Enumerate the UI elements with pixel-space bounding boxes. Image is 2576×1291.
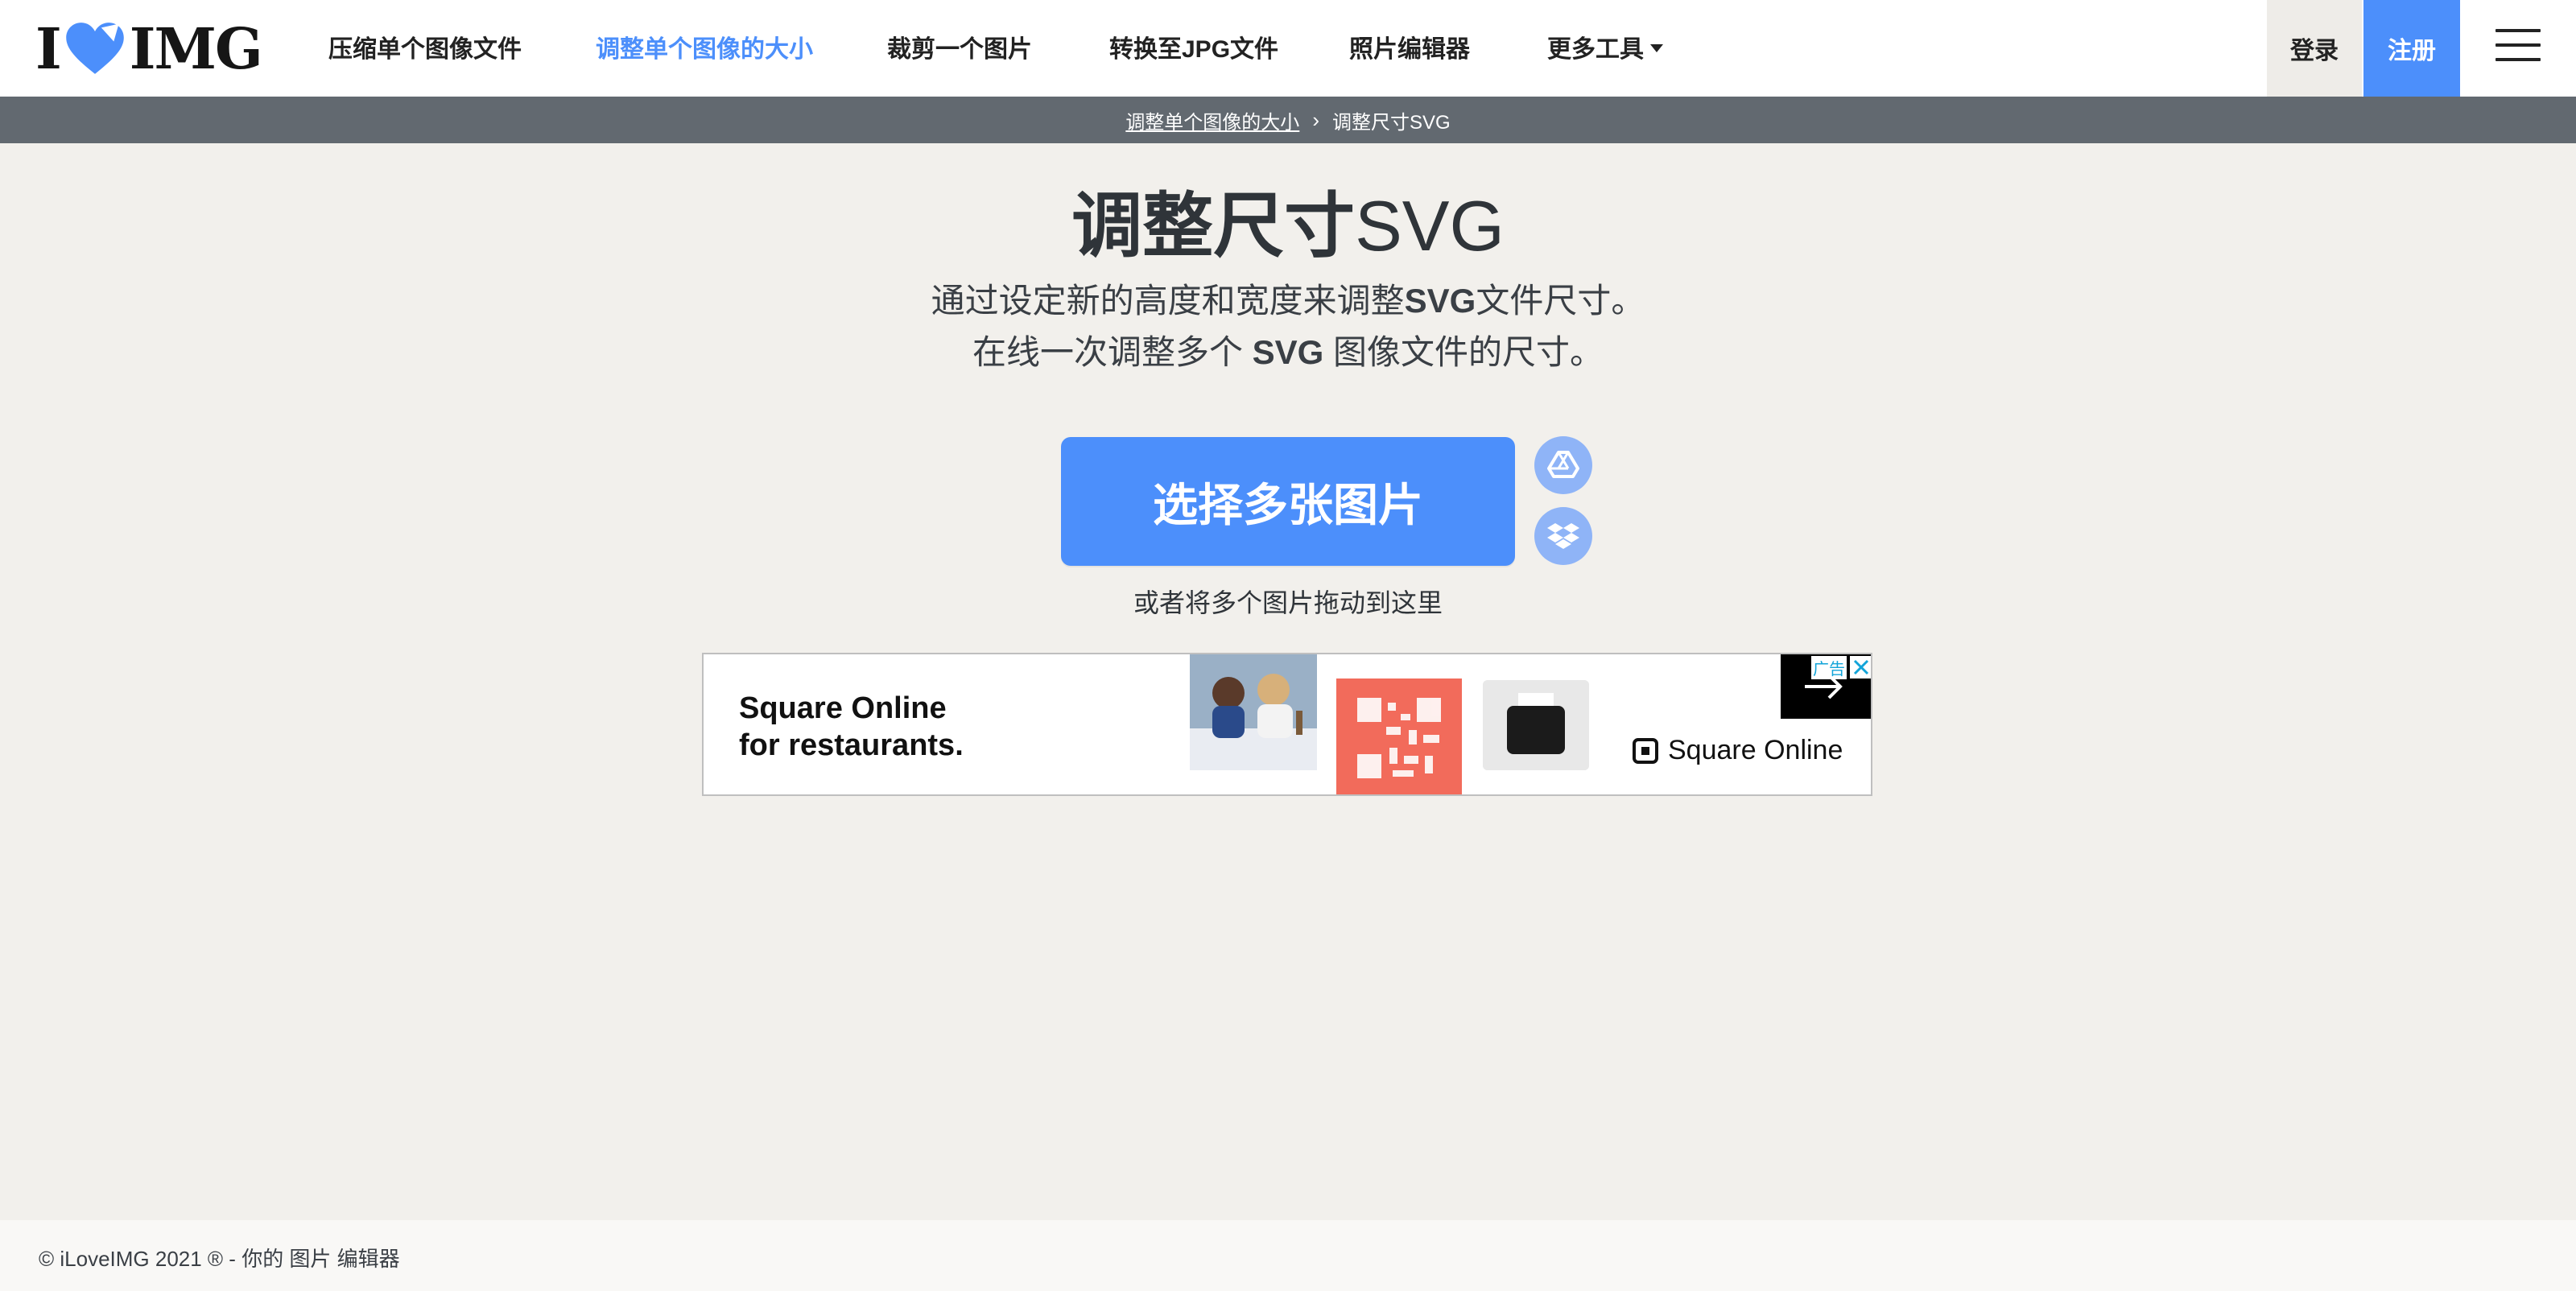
ad-printer-image xyxy=(1483,680,1589,770)
ad-headline-line: Square Online xyxy=(739,691,947,725)
close-icon[interactable] xyxy=(1850,656,1872,678)
breadcrumb-link-resize[interactable]: 调整单个图像的大小 xyxy=(1125,106,1299,134)
nav-item-convert-jpg[interactable]: 转换至JPG文件 xyxy=(1109,0,1278,97)
hamburger-icon[interactable] xyxy=(2496,29,2541,68)
page-subtitle: 通过设定新的高度和宽度来调整SVG文件尺寸。 在线一次调整多个 SVG 图像文件… xyxy=(0,275,2576,378)
nav-item-resize[interactable]: 调整单个图像的大小 xyxy=(596,0,813,97)
caret-down-icon xyxy=(1650,44,1663,53)
logo-text-right: IMG xyxy=(129,14,263,82)
ad-qr-code xyxy=(1336,678,1462,794)
more-tools-label: 更多工具 xyxy=(1547,36,1644,63)
top-header: I IMG 压缩单个图像文件 调整单个图像的大小 裁剪一个图片 转换至JPG文件… xyxy=(0,0,2576,98)
ad-headline-line: for restaurants. xyxy=(739,728,964,762)
page-title-bold: 调整尺寸 xyxy=(1071,186,1356,266)
ad-headline: Square Online for restaurants. xyxy=(739,690,964,764)
google-drive-icon xyxy=(1547,451,1579,478)
dropbox-icon xyxy=(1547,523,1579,549)
subtitle-bold: SVG xyxy=(1404,282,1476,320)
logo[interactable]: I IMG xyxy=(35,15,263,82)
login-button[interactable]: 登录 xyxy=(2267,0,2362,97)
signup-button[interactable]: 注册 xyxy=(2363,0,2460,97)
select-images-button[interactable]: 选择多张图片 xyxy=(1061,437,1515,566)
breadcrumb-current: 调整尺寸SVG xyxy=(1331,111,1451,134)
advertisement-banner[interactable]: Square Online for restaurants. Square On… xyxy=(702,653,1872,796)
ad-brand: Square Online xyxy=(1633,735,1843,766)
nav-item-more-tools[interactable]: 更多工具 xyxy=(1547,0,1663,97)
heart-icon xyxy=(65,23,124,74)
page-title-rest: SVG xyxy=(1355,186,1505,266)
square-logo-icon xyxy=(1633,737,1658,764)
breadcrumb: 调整单个图像的大小 › 调整尺寸SVG xyxy=(0,97,2576,143)
subtitle-text: 图像文件的尺寸。 xyxy=(1323,333,1604,371)
nav-item-crop[interactable]: 裁剪一个图片 xyxy=(887,0,1032,97)
footer-copyright: © iLoveIMG 2021 ® - 你的 图片 编辑器 xyxy=(39,1247,400,1271)
subtitle-text: 在线一次调整多个 xyxy=(972,333,1253,371)
subtitle-text: 文件尺寸。 xyxy=(1476,282,1645,320)
ad-restaurant-photo xyxy=(1190,654,1317,770)
google-drive-button[interactable] xyxy=(1534,436,1592,494)
drop-hint: 或者将多个图片拖动到这里 xyxy=(1133,588,1443,617)
subtitle-text: 通过设定新的高度和宽度来调整 xyxy=(931,282,1405,320)
nav-item-photo-editor[interactable]: 照片编辑器 xyxy=(1349,0,1470,97)
subtitle-line-2: 在线一次调整多个 SVG 图像文件的尺寸。 xyxy=(0,327,2576,378)
chevron-right-icon: › xyxy=(1312,107,1319,132)
ad-brand-name: Square Online xyxy=(1668,735,1843,765)
footer: © iLoveIMG 2021 ® - 你的 图片 编辑器 xyxy=(0,1220,2576,1291)
subtitle-bold: SVG xyxy=(1252,333,1324,371)
nav-item-compress[interactable]: 压缩单个图像文件 xyxy=(328,0,522,97)
dropbox-button[interactable] xyxy=(1534,507,1592,565)
subtitle-line-1: 通过设定新的高度和宽度来调整SVG文件尺寸。 xyxy=(0,275,2576,327)
page-title: 调整尺寸SVG xyxy=(0,182,2576,270)
ad-label[interactable]: 广告 xyxy=(1811,656,1847,679)
logo-text-left: I xyxy=(35,14,62,82)
